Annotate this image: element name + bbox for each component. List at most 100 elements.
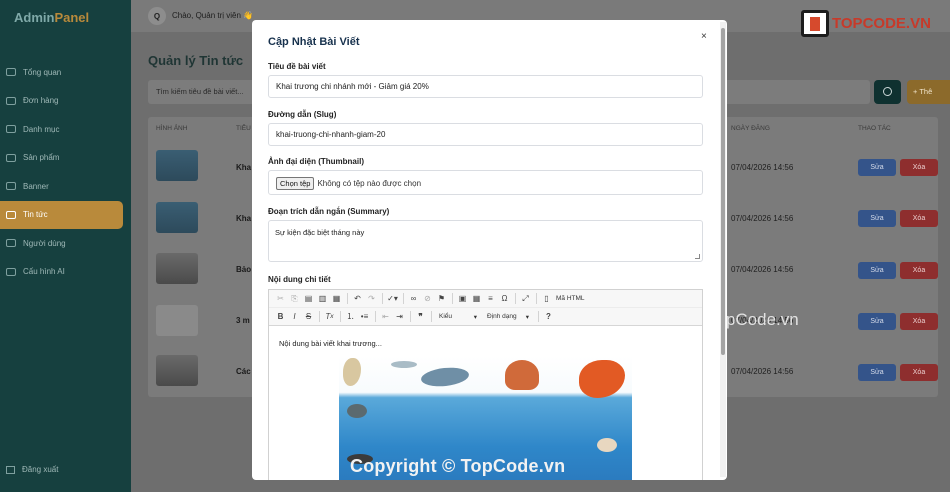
edit-post-modal: Cập Nhật Bài Viết × Tiêu đề bài viết Kha… <box>252 20 727 480</box>
logout-link[interactable]: Đăng xuất <box>6 465 58 474</box>
chevron-down-icon: ▾ <box>473 313 477 321</box>
maximize-icon[interactable]: ⤢ <box>520 293 531 305</box>
blockquote-icon[interactable]: ❞ <box>415 311 426 323</box>
choose-file-button[interactable]: Chọn tệp <box>276 177 315 190</box>
anchor-flag-icon[interactable]: ⚑ <box>436 293 447 305</box>
users-icon <box>6 239 16 248</box>
sidebar-item-news[interactable]: Tin tức <box>0 200 123 229</box>
add-news-button[interactable]: + Thê <box>907 80 950 104</box>
search-button[interactable] <box>874 80 901 104</box>
row-title[interactable]: Các <box>236 367 251 376</box>
sidebar-item-ai-config[interactable]: Cấu hình AI <box>0 258 131 287</box>
file-status: Không có tệp nào được chọn <box>317 179 422 188</box>
watermark-copyright: Copyright © TopCode.vn <box>350 456 566 476</box>
toolbar-divider <box>410 311 411 322</box>
row-date: 07/04/2026 14:56 <box>731 367 794 376</box>
spellcheck-icon[interactable]: ✓▾ <box>387 293 398 305</box>
toolbar-divider <box>431 311 432 322</box>
sidebar-item-categories[interactable]: Danh mục <box>0 115 131 144</box>
robot-icon <box>6 267 16 276</box>
resize-handle[interactable] <box>695 254 700 259</box>
small-fish-illustration <box>391 361 417 368</box>
row-title[interactable]: Bảo <box>236 265 251 274</box>
newspaper-icon <box>6 210 16 219</box>
editor-toolbar-row2: B I S Tx ⒈ •≡ ⇤ ⇥ ❞ Kiểu ▾ Định dạng ▾ ? <box>269 308 702 326</box>
paste-word-icon[interactable]: ▦ <box>331 293 342 305</box>
delete-button[interactable]: Xóa <box>900 210 938 227</box>
row-title[interactable]: Kha <box>236 214 251 223</box>
slug-field[interactable]: khai-truong-chi-nhanh-giam-20 <box>268 123 703 146</box>
seashell-illustration <box>597 438 617 452</box>
row-title[interactable]: 3 m <box>236 316 250 325</box>
toolbar-divider <box>347 293 348 304</box>
delete-button[interactable]: Xóa <box>900 364 938 381</box>
strikethrough-icon[interactable]: S <box>303 311 314 323</box>
brand-logo[interactable]: AdminPanel <box>14 10 89 25</box>
horizontal-line-icon[interactable]: ≡ <box>485 293 496 305</box>
edit-button[interactable]: Sửa <box>858 313 896 330</box>
close-icon[interactable]: × <box>701 31 707 42</box>
row-date: 07/04/2026 14:56 <box>731 265 794 274</box>
sidebar-item-banner[interactable]: Banner <box>0 172 131 201</box>
indent-icon[interactable]: ⇥ <box>394 311 405 323</box>
delete-button[interactable]: Xóa <box>900 262 938 279</box>
sidebar-item-overview[interactable]: Tổng quan <box>0 58 131 87</box>
sidebar-item-users[interactable]: Người dùng <box>0 229 131 258</box>
sidebar-item-label: Sản phẩm <box>23 153 60 163</box>
copy-icon[interactable]: ⎘ <box>289 293 300 305</box>
delete-button[interactable]: Xóa <box>900 159 938 176</box>
toolbar-divider <box>340 311 341 322</box>
topcode-logo: TOPCODE.VN <box>801 10 931 37</box>
page-title: Quản lý Tin tức <box>148 53 244 68</box>
topcode-logo-text: TOPCODE.VN <box>832 15 931 32</box>
sidebar-item-label: Cấu hình AI <box>23 267 65 277</box>
image-icon[interactable]: ▣ <box>457 293 468 305</box>
numbered-list-icon[interactable]: ⒈ <box>345 311 356 323</box>
help-icon[interactable]: ? <box>543 311 554 323</box>
grid-icon <box>6 68 16 77</box>
format-dropdown[interactable]: Định dạng ▾ <box>484 311 532 323</box>
styles-dropdown[interactable]: Kiểu ▾ <box>436 311 480 323</box>
remove-format-icon[interactable]: Tx <box>324 311 335 323</box>
edit-button[interactable]: Sửa <box>858 159 896 176</box>
modal-scrollbar-thumb[interactable] <box>721 28 725 355</box>
sidebar-item-label: Đơn hàng <box>23 96 59 106</box>
thumbnail-file-input[interactable]: Chọn tệp Không có tệp nào được chọn <box>268 170 703 195</box>
paste-icon[interactable]: ▤ <box>303 293 314 305</box>
unlink-icon[interactable]: ⊘ <box>422 293 433 305</box>
link-icon[interactable]: ∞ <box>408 293 419 305</box>
avatar[interactable]: Q <box>148 7 166 25</box>
sidebar-item-orders[interactable]: Đơn hàng <box>0 87 131 116</box>
summary-field[interactable]: Sự kiện đặc biệt tháng này <box>268 220 703 262</box>
source-icon[interactable]: ▯ <box>541 293 552 305</box>
octopus-illustration <box>505 360 539 390</box>
logout-icon <box>6 465 15 474</box>
redo-icon[interactable]: ↷ <box>366 293 377 305</box>
format-dropdown-label: Định dạng <box>487 313 517 320</box>
tag-icon <box>6 153 16 162</box>
source-button-label[interactable]: Mã HTML <box>556 295 585 302</box>
edit-button[interactable]: Sửa <box>858 364 896 381</box>
table-icon[interactable]: ▦ <box>471 293 482 305</box>
chevron-down-icon: ▾ <box>525 313 529 321</box>
paste-text-icon[interactable]: ▥ <box>317 293 328 305</box>
bold-icon[interactable]: B <box>275 311 286 323</box>
title-field[interactable]: Khai trương chi nhánh mới - Giảm giá 20% <box>268 75 703 98</box>
row-title[interactable]: Kha <box>236 163 251 172</box>
edit-button[interactable]: Sửa <box>858 262 896 279</box>
undo-icon[interactable]: ↶ <box>352 293 363 305</box>
row-thumbnail <box>156 355 198 386</box>
special-char-icon[interactable]: Ω <box>499 293 510 305</box>
title-label: Tiêu đề bài viết <box>268 62 326 71</box>
toolbar-divider <box>538 311 539 322</box>
bullet-list-icon[interactable]: •≡ <box>359 311 370 323</box>
edit-button[interactable]: Sửa <box>858 210 896 227</box>
cut-icon[interactable]: ✂ <box>275 293 286 305</box>
sidebar-item-products[interactable]: Sản phẩm <box>0 144 131 173</box>
sidebar-item-label: Người dùng <box>23 238 66 248</box>
italic-icon[interactable]: I <box>289 311 300 323</box>
delete-button[interactable]: Xóa <box>900 313 938 330</box>
sidebar-item-label: Tin tức <box>23 210 48 220</box>
row-thumbnail <box>156 253 198 284</box>
outdent-icon[interactable]: ⇤ <box>380 311 391 323</box>
